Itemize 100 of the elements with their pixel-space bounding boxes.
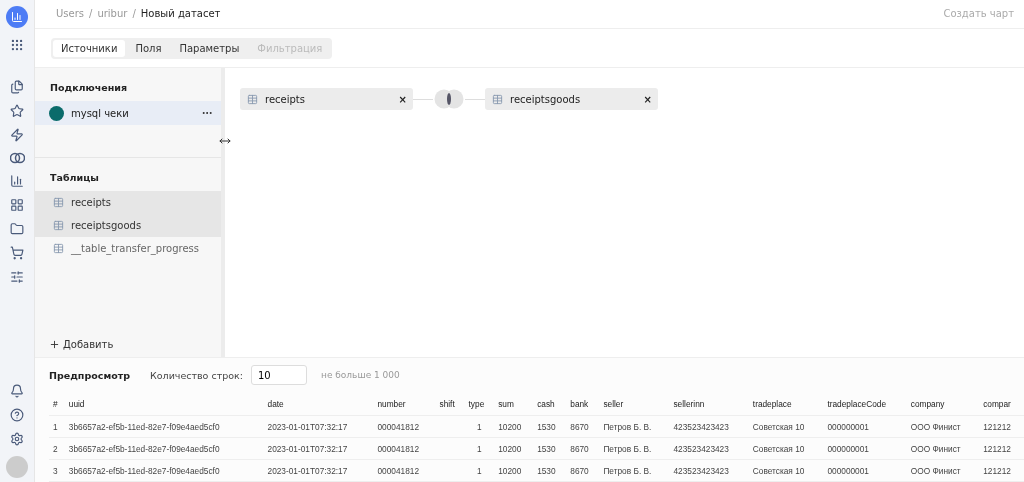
column-header: shift (435, 392, 465, 416)
table-cell: 3b6657a2-ef5b-11ed-82e7-f09e4aed5cf0 (64, 437, 264, 460)
tab[interactable]: Параметры (171, 39, 248, 57)
source-name: receipts (265, 93, 306, 105)
table-cell: Петров Б. В. (599, 415, 670, 438)
folder-icon[interactable] (10, 222, 24, 236)
lightning-icon[interactable] (10, 128, 24, 142)
table-cell: ООО Финист (906, 415, 980, 438)
table-cell: Советская 10 (748, 437, 824, 460)
connection-name: mysql чеки (71, 107, 130, 119)
column-header: type (464, 392, 495, 416)
table-cell: ООО Финист (906, 459, 980, 482)
connection-item[interactable]: mysql чеки (35, 101, 221, 126)
column-header: company (906, 392, 980, 416)
section-title: Таблицы (49, 171, 100, 186)
column-header: tradeplace (748, 392, 824, 416)
star-icon[interactable] (10, 104, 24, 118)
table-item[interactable]: __table_transfer_progress (35, 237, 221, 261)
table-cell: 000000001 (823, 415, 907, 438)
column-header: date (263, 392, 374, 416)
column-header: uuid (64, 392, 264, 416)
settings-icon[interactable] (10, 432, 24, 446)
bell-icon[interactable] (10, 384, 24, 398)
grid-icon[interactable] (10, 198, 24, 212)
sliders-icon[interactable] (10, 270, 24, 284)
apps-grid-icon[interactable] (10, 38, 24, 52)
table-cell: 1 (464, 437, 495, 460)
column-header: cash (533, 392, 567, 416)
column-header: # (49, 392, 65, 416)
cart-icon[interactable] (10, 246, 24, 260)
column-header: sum (494, 392, 534, 416)
column-header: sellerinn (669, 392, 749, 416)
breadcrumb-separator: / (132, 8, 136, 20)
source-name: receiptsgoods (510, 93, 582, 105)
table-cell: 000000001 (823, 459, 907, 482)
table-cell: 423523423423 (669, 437, 749, 460)
table-cell: 423523423423 (669, 459, 749, 482)
table-cell: 2023-01-01T07:32:17 (263, 437, 374, 460)
table-cell: 10200 (494, 437, 534, 460)
table-cell: 1 (464, 415, 495, 438)
table-cell: 121212 (979, 437, 1024, 460)
column-header: tradeplaceCode (823, 392, 907, 416)
table-name: __table_transfer_progress (71, 243, 200, 255)
tab[interactable]: Поля (127, 39, 170, 57)
table-cell: 8670 (566, 459, 600, 482)
table-icon (53, 197, 64, 209)
table-item[interactable]: receipts (35, 191, 221, 215)
table-name: receipts (71, 197, 112, 209)
add-button[interactable]: Добавить (43, 338, 120, 351)
tab[interactable]: Источники (53, 39, 126, 57)
table-cell: 1 (464, 459, 495, 482)
table-cell: 1530 (533, 437, 567, 460)
table-cell: 1 (49, 415, 65, 438)
connection-logo-icon (49, 105, 64, 121)
breadcrumb[interactable]: Новый датасет (140, 8, 221, 20)
table-cell: Советская 10 (748, 459, 824, 482)
table-cell: 423523423423 (669, 415, 749, 438)
table-cell: 8670 (566, 437, 600, 460)
table-item[interactable]: receiptsgoods (35, 214, 221, 238)
column-header: compar (979, 392, 1024, 416)
table-cell: 8670 (566, 415, 600, 438)
table-cell: 2 (49, 437, 65, 460)
table-icon (492, 93, 503, 105)
table-cell: Петров Б. В. (599, 437, 670, 460)
plus-icon (49, 339, 60, 350)
table-cell: 2023-01-01T07:32:17 (263, 459, 374, 482)
table-icon (53, 220, 64, 232)
table-cell: 000000001 (823, 437, 907, 460)
breadcrumb-separator: / (89, 8, 93, 20)
bar-chart-icon[interactable] (10, 174, 24, 188)
help-icon[interactable] (10, 408, 24, 422)
table-name: receiptsgoods (71, 220, 143, 232)
table-cell: 10200 (494, 415, 534, 438)
section-title: Подключения (49, 81, 129, 96)
table-cell: Петров Б. В. (599, 459, 670, 482)
table-cell: 3b6657a2-ef5b-11ed-82e7-f09e4aed5cf0 (64, 415, 264, 438)
table-cell: 000041812 (373, 437, 436, 460)
source-card[interactable]: receiptsgoods × (485, 88, 658, 111)
logo-icon[interactable] (6, 6, 28, 28)
preview-title: Предпросмотр (49, 369, 130, 381)
join-icon[interactable] (433, 89, 465, 110)
close-button[interactable]: × (398, 93, 407, 105)
rows-input[interactable]: 10 (251, 365, 307, 385)
rows-label: Количество строк: (150, 369, 243, 381)
table-cell: 10200 (494, 459, 534, 482)
table-cell: 121212 (979, 459, 1024, 482)
table-cell: 3 (49, 459, 65, 482)
source-card[interactable]: receipts × (240, 88, 413, 111)
column-header: bank (566, 392, 600, 416)
table-cell: 3b6657a2-ef5b-11ed-82e7-f09e4aed5cf0 (64, 459, 264, 482)
files-icon[interactable] (10, 80, 24, 94)
table-cell: 000041812 (373, 415, 436, 438)
table-cell: Советская 10 (748, 415, 824, 438)
table-cell: 000041812 (373, 459, 436, 482)
table-icon (53, 243, 64, 255)
table-cell: 2023-01-01T07:32:17 (263, 415, 374, 438)
circles-icon[interactable] (9, 152, 25, 164)
table-cell: 121212 (979, 415, 1024, 438)
close-button[interactable]: × (643, 93, 652, 105)
table-cell: ООО Финист (906, 437, 980, 460)
